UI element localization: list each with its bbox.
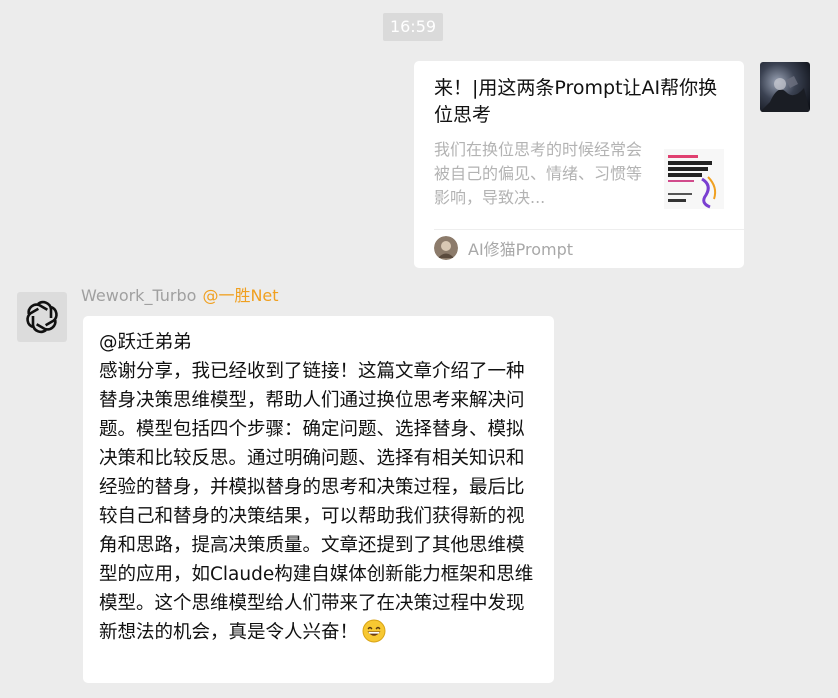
sender-line: Wework_Turbo @一胜Net — [81, 286, 279, 306]
card-divider — [434, 229, 744, 230]
message-body: 感谢分享，我已经收到了链接！这篇文章介绍了一种替身决策思维模型，帮助人们通过换位… — [99, 361, 534, 643]
grinning-face-emoji-icon — [362, 619, 386, 643]
message-timestamp: 16:59 — [383, 13, 443, 41]
mention-tag: @跃迁弟弟 — [99, 332, 192, 353]
sender-name: Wework_Turbo — [81, 286, 197, 305]
article-cover-thumbnail — [664, 149, 724, 209]
source-name: AI修猫Prompt — [468, 240, 574, 259]
sender-organization: @一胜Net — [202, 286, 279, 305]
message-text: @跃迁弟弟 感谢分享，我已经收到了链接！这篇文章介绍了一种替身决策思维模型，帮助… — [99, 328, 540, 647]
message-bubble[interactable]: @跃迁弟弟 感谢分享，我已经收到了链接！这篇文章介绍了一种替身决策思维模型，帮助… — [83, 316, 554, 683]
card-source: AI修猫Prompt — [434, 235, 573, 261]
openai-logo-icon — [26, 300, 58, 334]
card-description: 我们在换位思考的时候经常会被自己的偏见、情绪、习惯等影响，导致决... — [434, 140, 643, 207]
source-avatar — [434, 236, 458, 260]
card-title: 来！|用这两条Prompt让AI帮你换位思考 — [434, 77, 718, 126]
bot-avatar[interactable] — [17, 292, 67, 342]
my-avatar[interactable] — [760, 62, 810, 112]
shared-article-card[interactable]: 来！|用这两条Prompt让AI帮你换位思考 我们在换位思考的时候经常会被自己的… — [414, 61, 744, 268]
